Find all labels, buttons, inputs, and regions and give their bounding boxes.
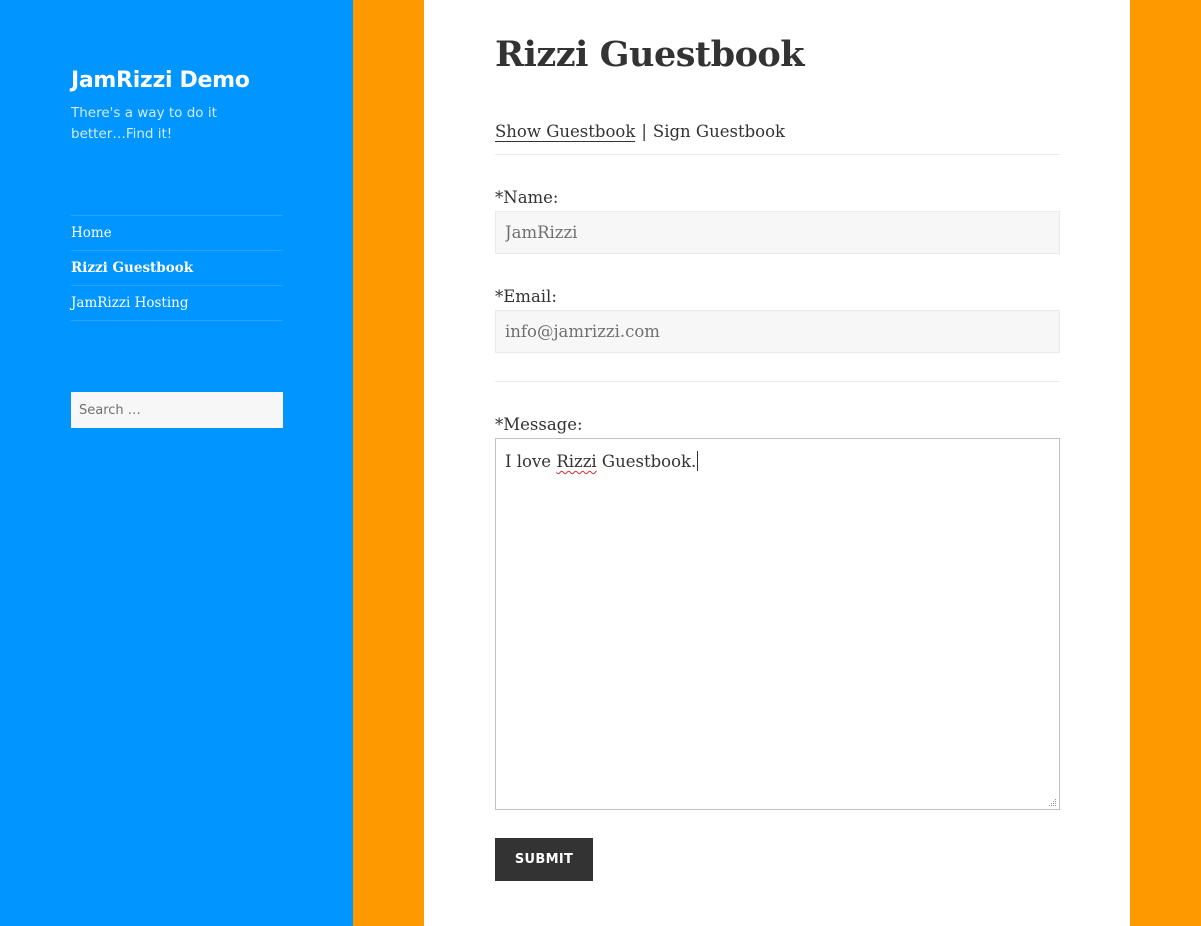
link-separator: | (641, 122, 647, 141)
email-field[interactable] (495, 310, 1060, 353)
message-text-before: I love (505, 452, 557, 471)
resize-grip-icon[interactable] (1048, 798, 1057, 807)
submit-button[interactable]: SUBMIT (495, 838, 593, 881)
text-caret (697, 451, 699, 471)
misspelled-word: Rizzi (556, 452, 597, 471)
nav-item-rizzi-guestbook[interactable]: Rizzi Guestbook (71, 251, 283, 286)
main-navigation: Home Rizzi Guestbook JamRizzi Hosting (71, 215, 283, 321)
nav-item-jamrizzi-hosting[interactable]: JamRizzi Hosting (71, 286, 283, 321)
message-textarea[interactable]: I love Rizzi Guestbook. (495, 438, 1060, 810)
form-divider (495, 381, 1060, 382)
nav-item-home[interactable]: Home (71, 216, 283, 251)
content-panel: Rizzi Guestbook Show Guestbook | Sign Gues… (424, 0, 1130, 926)
show-guestbook-link[interactable]: Show Guestbook (495, 122, 636, 142)
guestbook-links: Show Guestbook | Sign Guestbook (495, 120, 1060, 155)
message-text-after: Guestbook. (596, 452, 697, 471)
email-label: *Email: (495, 287, 557, 306)
search-input[interactable] (71, 392, 283, 428)
name-field[interactable] (495, 211, 1060, 254)
site-description: There's a way to do it better…Find it! (71, 105, 217, 142)
message-label: *Message: (495, 415, 583, 434)
page-title: Rizzi Guestbook (495, 34, 805, 75)
sign-guestbook-link[interactable]: Sign Guestbook (653, 122, 785, 141)
name-label: *Name: (495, 188, 559, 207)
message-text: I love Rizzi Guestbook. (505, 450, 699, 474)
sidebar: JamRizzi Demo There's a way to do it bet… (0, 0, 353, 926)
site-title[interactable]: JamRizzi Demo (71, 66, 250, 96)
